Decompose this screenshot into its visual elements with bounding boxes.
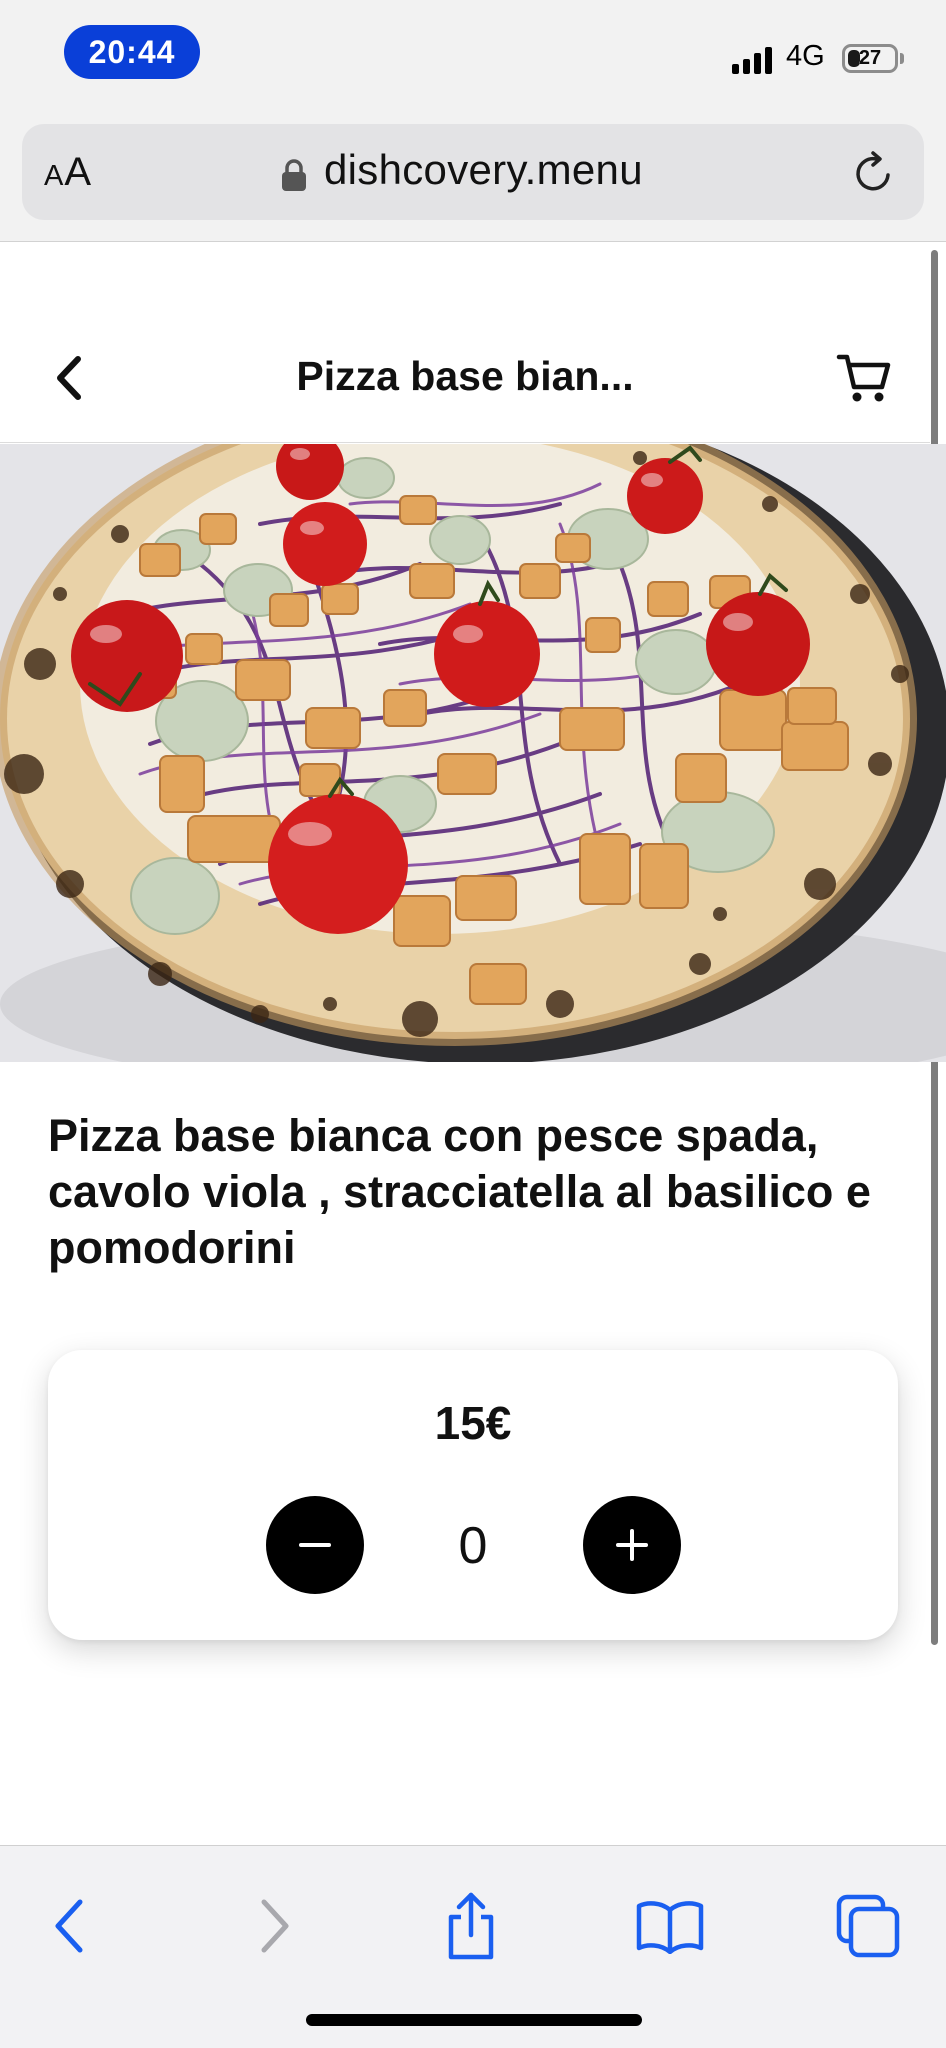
app-header: Pizza base bian... bbox=[0, 243, 930, 443]
browser-back-button[interactable] bbox=[30, 1886, 110, 1966]
price-card: 15€ 0 bbox=[48, 1350, 898, 1640]
lock-icon bbox=[282, 159, 306, 191]
back-chevron-icon bbox=[55, 1899, 83, 1953]
tabs-button[interactable] bbox=[828, 1886, 908, 1966]
product-price: 15€ bbox=[434, 1397, 512, 1449]
page: 20:44 4G 27 AA dishcovery.menu Pizza bas… bbox=[0, 0, 946, 2048]
text-size-button[interactable]: AA bbox=[44, 150, 92, 195]
share-button[interactable] bbox=[431, 1886, 511, 1966]
text-size-small-letter: A bbox=[44, 160, 65, 192]
reload-icon[interactable] bbox=[850, 150, 896, 196]
network-type: 4G bbox=[786, 40, 825, 72]
page-title: Pizza base bian... bbox=[296, 353, 634, 399]
product-name: Pizza base bianca con pesce spada, cavol… bbox=[48, 1110, 871, 1273]
minus-icon bbox=[299, 1543, 331, 1547]
plus-icon bbox=[616, 1529, 648, 1561]
tabs-icon bbox=[836, 1894, 900, 1958]
browser-address-area: AA dishcovery.menu bbox=[0, 110, 946, 242]
battery-nub bbox=[900, 53, 904, 64]
battery-icon: 27 bbox=[842, 44, 898, 73]
battery-level: 27 bbox=[858, 47, 882, 69]
quantity-value: 0 bbox=[458, 1517, 488, 1575]
back-arrow-icon[interactable] bbox=[50, 353, 90, 403]
cellular-signal-icon bbox=[732, 44, 772, 74]
increase-quantity-button[interactable] bbox=[583, 1496, 681, 1594]
pizza-photo bbox=[0, 444, 946, 1062]
product-image bbox=[0, 444, 946, 1062]
shopping-cart-icon[interactable] bbox=[836, 351, 892, 407]
status-time: 20:44 bbox=[64, 25, 200, 79]
address-bar[interactable]: AA dishcovery.menu bbox=[22, 124, 924, 220]
book-icon bbox=[636, 1901, 704, 1954]
home-indicator[interactable] bbox=[306, 2014, 642, 2026]
bookmarks-button[interactable] bbox=[630, 1886, 710, 1966]
url-text: dishcovery.menu bbox=[324, 146, 643, 193]
share-icon bbox=[448, 1892, 494, 1960]
browser-forward-button[interactable] bbox=[234, 1886, 314, 1966]
forward-chevron-icon bbox=[261, 1899, 289, 1953]
text-size-large-letter: A bbox=[64, 150, 93, 194]
status-bar: 20:44 4G 27 bbox=[0, 0, 946, 110]
decrease-quantity-button[interactable] bbox=[266, 1496, 364, 1594]
